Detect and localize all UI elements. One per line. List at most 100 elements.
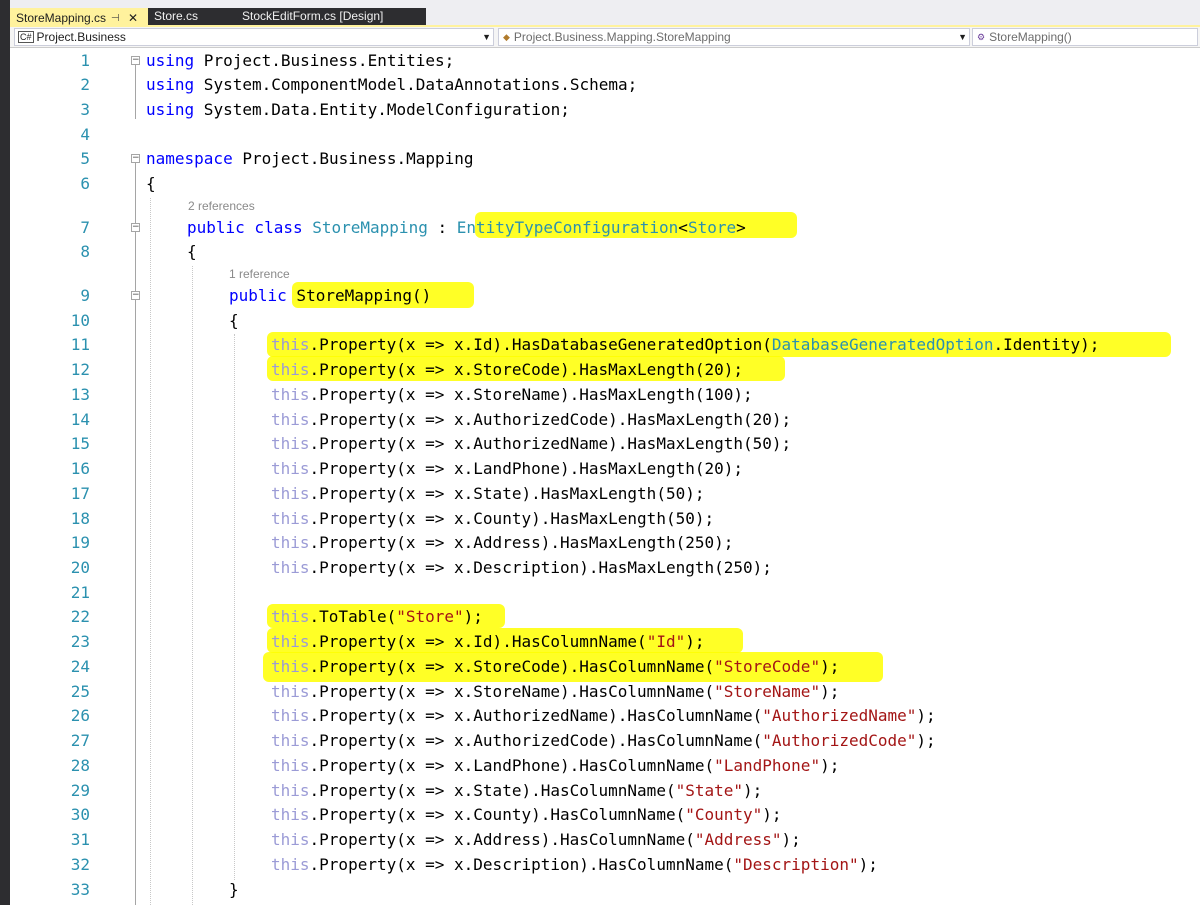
code-token: .Property(x => x.LandPhone).HasMaxLength… [309, 459, 744, 478]
code-text: this.Property(x => x.Address).HasMaxLeng… [271, 530, 733, 555]
code-line: 4 [10, 122, 1200, 147]
constructor-references-codelens[interactable]: 1 reference [229, 267, 290, 281]
code-token: ); [463, 607, 483, 626]
code-text: { [146, 171, 156, 196]
code-text: this.Property(x => x.LandPhone).HasMaxLe… [271, 456, 743, 481]
code-token: ); [762, 805, 782, 824]
code-token: this [271, 830, 310, 849]
code-line: 29 this.Property(x => x.State).HasColumnN… [10, 778, 1200, 803]
code-line: 19 this.Property(x => x.Address).HasMaxLe… [10, 530, 1200, 555]
member-dropdown-value: StoreMapping() [989, 30, 1072, 44]
code-token: "AuthorizedCode" [762, 731, 917, 750]
code-token: "Description" [733, 855, 859, 874]
code-token: ); [743, 781, 763, 800]
chevron-down-icon[interactable]: ▼ [958, 29, 967, 45]
member-dropdown[interactable]: ⚙ StoreMapping() [972, 28, 1198, 46]
code-line: 25 this.Property(x => x.StoreName).HasCol… [10, 679, 1200, 704]
window-left-edge [0, 0, 10, 905]
code-token: this [271, 731, 310, 750]
code-token: this [271, 484, 310, 503]
code-token: } [229, 880, 239, 899]
tab-storemapping-cs[interactable]: StoreMapping.cs ⊣ ✕ [10, 8, 148, 25]
code-token: ); [820, 756, 840, 775]
code-token: { [187, 242, 197, 261]
code-text: { [229, 308, 239, 333]
code-token: .Property(x => x.StoreName).HasColumnNam… [309, 682, 715, 701]
code-text: this.Property(x => x.County).HasColumnNa… [271, 802, 782, 827]
tab-store-cs[interactable]: Store.cs [148, 8, 228, 25]
code-line: 28 this.Property(x => x.LandPhone).HasCol… [10, 753, 1200, 778]
line-number: 10 [70, 311, 90, 330]
code-text: this.Property(x => x.AuthorizedName).Has… [271, 703, 936, 728]
code-text: { [187, 239, 197, 264]
code-line: 5 namespace Project.Business.Mapping [10, 146, 1200, 171]
code-token: System.Data.Entity.ModelConfiguration; [194, 100, 570, 119]
code-token: .Property(x => x.County).HasMaxLength(50… [309, 509, 715, 528]
code-token: this [271, 335, 310, 354]
code-line: 8{ [10, 239, 1200, 264]
code-token: .Identity); [993, 335, 1100, 354]
code-token: ); [820, 682, 840, 701]
code-token: this [271, 410, 310, 429]
line-number: 26 [70, 706, 90, 725]
code-line: 30 this.Property(x => x.County).HasColumn… [10, 802, 1200, 827]
line-number: 19 [70, 533, 90, 552]
class-references-codelens[interactable]: 2 references [188, 199, 255, 213]
code-line: 26 this.Property(x => x.AuthorizedName).H… [10, 703, 1200, 728]
line-number: 3 [80, 100, 90, 119]
code-text: this.Property(x => x.LandPhone).HasColum… [271, 753, 839, 778]
code-token: "Id" [646, 632, 686, 651]
code-text: this.Property(x => x.StoreCode).HasMaxLe… [271, 357, 743, 382]
code-token: using [146, 51, 195, 70]
code-line: 9 public StoreMapping() [10, 283, 1200, 308]
code-token: < [678, 218, 688, 237]
code-token: this [271, 533, 310, 552]
line-number: 7 [80, 218, 90, 237]
code-text: using System.ComponentModel.DataAnnotati… [146, 72, 637, 97]
code-token: "Address" [694, 830, 782, 849]
document-tab-strip: StoreMapping.cs ⊣ ✕ Store.cs StockEditFo… [0, 0, 1200, 905]
code-token: .Property(x => x.Description).HasMaxLeng… [309, 558, 772, 577]
chevron-down-icon[interactable]: ▼ [482, 29, 491, 45]
code-token: .Property(x => x.Id).HasColumnName( [309, 632, 647, 651]
code-token: .ToTable( [309, 607, 397, 626]
code-text: this.Property(x => x.StoreName).HasColum… [271, 679, 839, 704]
code-token: this [271, 657, 310, 676]
code-text: this.Property(x => x.County).HasMaxLengt… [271, 506, 714, 531]
code-line: 17 this.Property(x => x.State).HasMaxLeng… [10, 481, 1200, 506]
code-token: > [736, 218, 746, 237]
code-token: this [271, 805, 310, 824]
code-line: 22 this.ToTable("Store"); [10, 604, 1200, 629]
code-token: .Property(x => x.AuthorizedCode).HasColu… [309, 731, 763, 750]
code-line: 32 this.Property(x => x.Description).HasC… [10, 852, 1200, 877]
code-token: StoreMapping [312, 218, 428, 237]
code-token: .Property(x => x.StoreCode).HasColumnNam… [309, 657, 715, 676]
code-token: using [146, 100, 195, 119]
code-text: public StoreMapping() [229, 283, 431, 308]
line-number: 2 [80, 75, 90, 94]
type-dropdown-value: Project.Business.Mapping.StoreMapping [513, 30, 731, 44]
type-dropdown[interactable]: ◆ Project.Business.Mapping.StoreMapping ▼ [498, 28, 970, 46]
code-line: 21 [10, 580, 1200, 605]
code-token: "Store" [396, 607, 464, 626]
line-number: 14 [70, 410, 90, 429]
project-dropdown[interactable]: C# Project.Business ▼ [14, 28, 494, 46]
tab-stockeditform-design[interactable]: StockEditForm.cs [Design] [228, 8, 426, 25]
line-number: 30 [70, 805, 90, 824]
code-line: 18 this.Property(x => x.County).HasMaxLen… [10, 506, 1200, 531]
line-number: 27 [70, 731, 90, 750]
code-token: this [271, 855, 310, 874]
code-text: this.Property(x => x.AuthorizedCode).Has… [271, 407, 791, 432]
code-token: this [271, 434, 310, 453]
code-line: 20 this.Property(x => x.Description).HasM… [10, 555, 1200, 580]
code-token: this [271, 558, 310, 577]
code-line: 12 this.Property(x => x.StoreCode).HasMax… [10, 357, 1200, 382]
code-token: "StoreName" [714, 682, 821, 701]
code-token: this [271, 459, 310, 478]
code-line: 3 using System.Data.Entity.ModelConfigura… [10, 97, 1200, 122]
code-editor[interactable]: − − − − 2 references 1 reference 1 using … [10, 48, 1200, 905]
code-token: "LandPhone" [714, 756, 821, 775]
code-token: .Property(x => x.StoreCode).HasMaxLength… [309, 360, 744, 379]
code-line: 14 this.Property(x => x.AuthorizedCode).H… [10, 407, 1200, 432]
code-token: .Property(x => x.Address).HasMaxLength(2… [309, 533, 734, 552]
